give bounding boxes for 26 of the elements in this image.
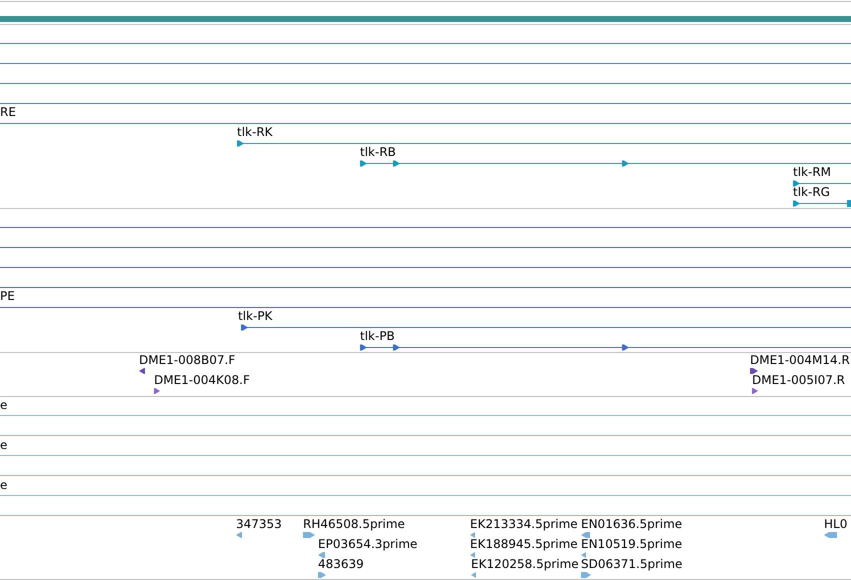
feature-label: DME1-004M14.R	[750, 353, 850, 367]
feature-label: DME1-004K08.F	[154, 373, 250, 387]
feature-label: tlk-RB	[360, 145, 396, 159]
feature-label: tlk-RG	[793, 185, 830, 199]
feature-label: EN10519.5prime	[581, 537, 682, 551]
feature-label: tlk-PB	[360, 329, 395, 343]
feature-label: DME1-008B07.F	[139, 353, 236, 367]
feature-label: EK120258.5prime	[471, 557, 579, 571]
track-label: PE	[0, 289, 15, 303]
feature-label: SD06371.5prime	[581, 557, 682, 571]
track-label: e	[0, 398, 8, 412]
feature-label: EK213334.5prime	[470, 517, 578, 531]
feature-label: HL0	[824, 517, 848, 531]
feature-label: DME1-005I07.R	[752, 373, 846, 387]
track-label: RE	[0, 105, 16, 119]
feature-label: EK188945.5prime	[470, 537, 578, 551]
feature-label: EN01636.5prime	[581, 517, 682, 531]
feature-label: RH46508.5prime	[303, 517, 405, 531]
feature-label: EP03654.3prime	[318, 537, 418, 551]
feature-label: 483639	[318, 557, 364, 571]
feature-label: tlk-PK	[238, 309, 272, 323]
feature-label: tlk-RM	[793, 165, 832, 179]
feature-label: 347353	[236, 517, 282, 531]
feature-label: tlk-RK	[237, 125, 273, 139]
track-label: e	[0, 438, 8, 452]
track-label: e	[0, 478, 8, 492]
